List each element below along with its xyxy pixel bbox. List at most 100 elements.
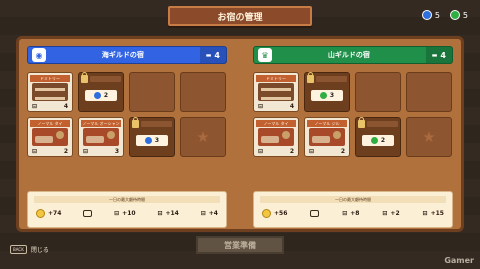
locked-room-slot[interactable]: 3 [304,72,350,112]
stat: ⊟ +14 [157,210,178,217]
empty-room-slot [406,72,452,112]
locked-room-title [141,121,172,127]
stat: ⊟ +15 [423,210,444,217]
bed-icon: ⊟ [258,148,264,155]
bed-icon: ⊟ [200,210,206,217]
room-card[interactable]: ドミトリー ⊟ 4 [27,72,73,112]
inn-header: ◉ 海ギルドの宿 ▬ 4 [27,46,227,64]
prepare-business-button[interactable]: 営業準備 [196,236,284,254]
room-title: ドミトリー [30,75,70,82]
room-image [32,83,68,101]
room-capacity-value: 3 [114,148,119,155]
daily-wait-box: 一日の最大顧待時間 +74 ⊟ +10 ⊟ +14 ⊟ +4 [27,191,227,228]
stat: +74 [36,209,61,218]
inn-section-sea: ◉ 海ギルドの宿 ▬ 4 ドミトリー ⊟ 4 2 ノーマル タイ ⊟ 2 ノーマル オーシャン ⊟ 3 3 ★… [27,46,227,228]
coin-icon [262,209,271,218]
room-grid: ドミトリー ⊟ 4 2 ノーマル タイ ⊟ 2 ノーマル オーシャン ⊟ 3 3 ★ [27,72,227,157]
locked-room-slot[interactable]: 2 [78,72,124,112]
bed-icon: ⊟ [258,103,264,110]
bed-icon: ⊟ [422,210,428,217]
room-image [258,83,294,101]
bed-icon: ⊟ [32,103,38,110]
gem-green: 5 [449,10,468,20]
page-title: お宿の管理 [168,6,312,26]
locked-room-title [316,76,347,82]
empty-room-slot [355,72,401,112]
unlock-cost: 2 [85,90,117,101]
room-image [32,128,68,146]
stat: +56 [262,209,287,218]
room-card[interactable]: ノーマル タイ ⊟ 2 [27,117,73,157]
gem-icon [93,92,101,99]
room-capacity: ⊟ 3 [79,147,123,156]
stat-value: +56 [274,210,288,217]
room-card[interactable]: ノーマル オーシャン ⊟ 3 [78,117,124,157]
star-icon: ★ [422,128,436,146]
inn-capacity: ▬ 4 [425,47,452,63]
star-icon: ★ [196,128,210,146]
room-capacity-value: 2 [289,148,294,155]
lock-icon [358,117,365,128]
room-card[interactable]: ノーマル タイ ⊟ 2 [253,117,299,157]
gem-icon [370,137,378,144]
room-capacity: ⊟ 2 [305,147,349,156]
unlock-cost-value: 2 [103,92,109,99]
room-capacity: ⊟ 2 [28,147,72,156]
bed-icon: ⊟ [309,148,315,155]
room-grid: ドミトリー ⊟ 4 3 ノーマル タイ ⊟ 2 ノーマル ジル ⊟ 2 2 ★ [253,72,453,157]
crown-icon: ♛ [258,48,272,62]
inn-section-mountain: ♛ 山ギルドの宿 ▬ 4 ドミトリー ⊟ 4 3 ノーマル タイ ⊟ 2 ノーマル ジル ⊟ 2 2 ★ 一日の… [253,46,453,228]
divider-icon [83,210,93,217]
stat-value: +15 [430,210,444,217]
locked-room-slot[interactable]: 2 [355,117,401,157]
special-room-slot[interactable]: ★ [180,117,226,157]
unlock-cost-value: 3 [154,137,160,144]
bed-icon: ⊟ [83,148,89,155]
green-gem-icon [449,10,460,20]
inn-name: 山ギルドの宿 [327,51,370,59]
room-image [83,128,119,146]
stat-value: +2 [390,210,400,217]
room-capacity: ⊟ 4 [254,102,298,111]
stat-value: +8 [350,210,360,217]
back-key-icon: BACK [10,245,27,254]
stat-value: +74 [48,210,62,217]
room-capacity-value: 4 [289,103,294,110]
stat: ⊟ +2 [382,210,399,217]
inn-capacity-value: 4 [440,50,446,60]
gem-blue: 5 [421,10,440,20]
stat: ⊟ +4 [201,210,218,217]
room-capacity-value: 2 [63,148,68,155]
bed-icon: ⊟ [32,148,38,155]
stat-value: +10 [122,210,136,217]
bed-icon: ▬ [431,51,438,59]
locked-room-slot[interactable]: 3 [129,117,175,157]
daily-wait-box: 一日の最大顧待時間 +56 ⊟ +8 ⊟ +2 ⊟ +15 [253,191,453,228]
room-card[interactable]: ドミトリー ⊟ 4 [253,72,299,112]
divider-icon [310,210,320,217]
gem-green-count: 5 [462,10,468,20]
stat-value: +14 [165,210,179,217]
room-title: ノーマル ジル [307,120,347,127]
room-title: ノーマル タイ [256,120,296,127]
blue-gem-icon [421,10,432,20]
gem-blue-count: 5 [434,10,440,20]
room-card[interactable]: ノーマル ジル ⊟ 2 [304,117,350,157]
lock-icon [307,72,314,83]
special-room-slot[interactable]: ★ [406,117,452,157]
room-capacity-value: 4 [63,103,68,110]
daily-wait-title: 一日の最大顧待時間 [34,196,220,203]
daily-wait-title: 一日の最大顧待時間 [260,196,446,203]
unlock-cost-value: 2 [380,137,386,144]
close-label: 閉じる [30,247,49,254]
empty-room-slot [129,72,175,112]
room-title: ノーマル オーシャン [81,120,121,127]
unlock-cost-value: 3 [329,92,335,99]
watermark: Gamer [444,256,474,265]
unlock-cost: 3 [311,90,343,101]
close-button[interactable]: BACK 閉じる [10,245,49,254]
inn-header: ♛ 山ギルドの宿 ▬ 4 [253,46,453,64]
unlock-cost: 3 [136,135,168,146]
gem-counter: 5 5 [421,10,468,20]
lock-icon [81,72,88,83]
